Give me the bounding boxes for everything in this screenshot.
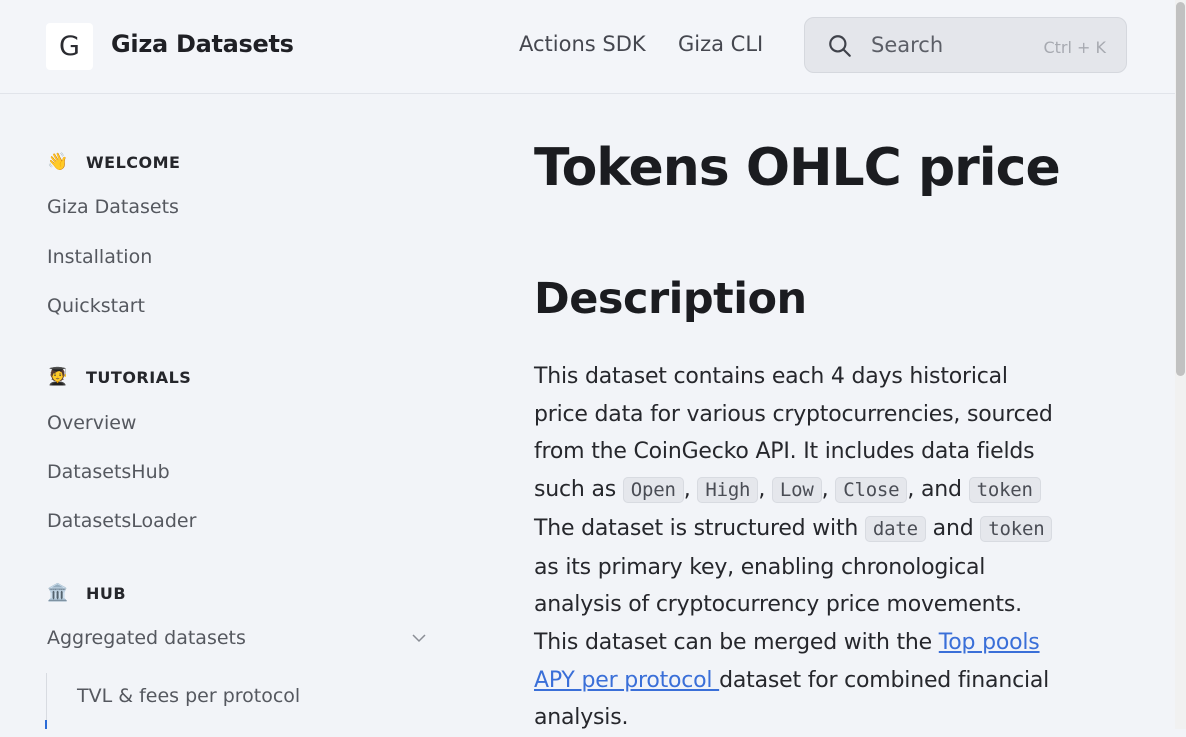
sidebar-item-datasetsloader[interactable]: DatasetsLoader <box>47 510 196 532</box>
text: , and <box>907 477 969 503</box>
top-navbar: G Giza Datasets Actions SDK Giza CLI Sea… <box>0 0 1175 94</box>
nav-giza-cli[interactable]: Giza CLI <box>678 32 763 56</box>
site-brand[interactable]: Giza Datasets <box>111 30 294 58</box>
code-token: token <box>980 515 1053 542</box>
section-title: WELCOME <box>86 152 181 172</box>
code-token: token <box>968 477 1041 504</box>
section-welcome: 👋 WELCOME <box>47 152 180 172</box>
sidebar-item-overview[interactable]: Overview <box>47 412 136 434</box>
classical-building-icon: 🏛️ <box>47 583 69 603</box>
text: , <box>683 477 698 503</box>
search-shortcut: Ctrl + K <box>1043 38 1106 57</box>
section-title: HUB <box>86 583 127 603</box>
description-paragraph: This dataset contains each 4 days histor… <box>534 358 1064 737</box>
search-input[interactable]: Search Ctrl + K <box>804 17 1127 73</box>
text: and <box>925 515 981 541</box>
code-date: date <box>864 515 926 542</box>
section-heading-description: Description <box>534 274 807 324</box>
sidebar-item-datasetshub[interactable]: DatasetsHub <box>47 461 170 483</box>
section-hub: 🏛️ HUB <box>47 583 126 603</box>
section-tutorials: 🧑‍🎓 TUTORIALS <box>47 367 191 387</box>
search-icon <box>829 35 851 57</box>
sidebar-item-quickstart[interactable]: Quickstart <box>47 295 145 317</box>
sidebar-item-installation[interactable]: Installation <box>47 246 152 268</box>
text: , <box>821 477 836 503</box>
student-icon: 🧑‍🎓 <box>47 367 69 387</box>
search-placeholder: Search <box>871 33 944 57</box>
text: The dataset is structured with <box>534 515 865 541</box>
code-open: Open <box>622 477 684 504</box>
sidebar-subitem-tvl-fees[interactable]: TVL & fees per protocol <box>77 685 300 707</box>
subnav-active-indicator <box>45 720 47 729</box>
sidebar-item-giza-datasets[interactable]: Giza Datasets <box>47 196 179 218</box>
code-close: Close <box>835 477 908 504</box>
code-high: High <box>697 477 759 504</box>
sidebar-item-aggregated-datasets[interactable]: Aggregated datasets <box>47 627 246 649</box>
code-low: Low <box>771 477 822 504</box>
waving-hand-icon: 👋 <box>47 152 69 172</box>
page-title: Tokens OHLC price <box>534 138 1061 198</box>
section-title: TUTORIALS <box>86 367 192 387</box>
chevron-down-icon[interactable] <box>411 630 427 646</box>
nav-actions-sdk[interactable]: Actions SDK <box>519 32 646 56</box>
scrollbar-thumb[interactable] <box>1176 2 1185 376</box>
giza-logo[interactable]: G <box>46 23 93 70</box>
text: , <box>758 477 772 503</box>
